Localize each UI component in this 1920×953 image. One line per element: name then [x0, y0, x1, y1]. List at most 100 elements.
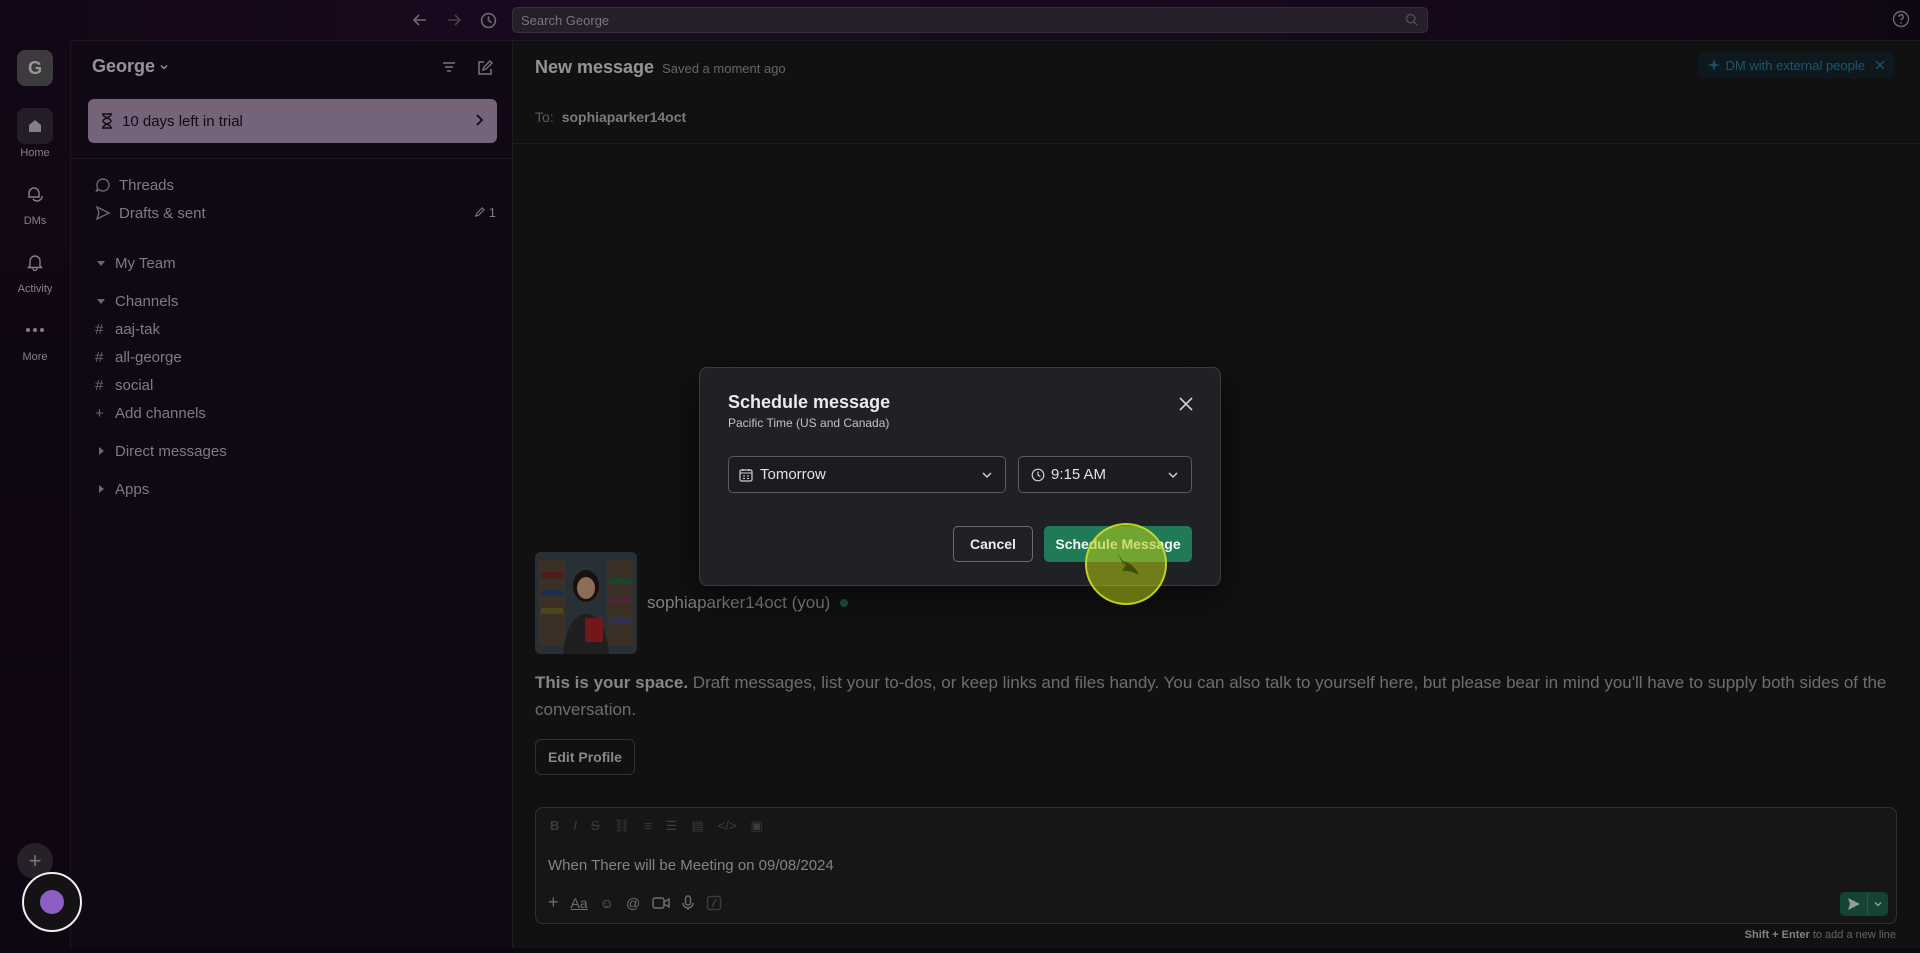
profile-name[interactable]: sophiaparker14oct (you) [647, 593, 849, 613]
newline-hint: Shift + Enter to add a new line [1745, 929, 1896, 941]
direct-messages-label: Direct messages [115, 442, 227, 460]
sidebar-divider [71, 158, 513, 159]
date-select[interactable]: Tomorrow [728, 456, 1006, 493]
close-icon[interactable] [1875, 60, 1885, 70]
add-channels-button[interactable]: + Add channels [95, 401, 206, 425]
section-apps[interactable]: Apps [95, 477, 149, 501]
code-icon[interactable]: </> [718, 818, 737, 834]
saved-status: Saved a moment ago [662, 61, 786, 76]
close-icon[interactable] [1178, 396, 1194, 412]
composer-tools: + Aa ☺ @ [548, 892, 722, 913]
chevron-down-icon [981, 469, 993, 481]
calendar-icon [739, 468, 753, 482]
sidebar-item-channel[interactable]: # aaj-tak [95, 317, 160, 341]
hint-keys: Shift + Enter [1744, 929, 1810, 941]
header-divider [513, 143, 1920, 144]
recipient-row[interactable]: To: sophiaparker14oct [535, 109, 686, 125]
ordered-list-icon[interactable]: ≡ [644, 818, 652, 834]
microphone-icon[interactable] [682, 894, 694, 911]
cancel-button[interactable]: Cancel [953, 526, 1033, 562]
workspace-name[interactable]: George [92, 56, 169, 77]
time-value: 9:15 AM [1051, 466, 1107, 483]
channel-name: all-george [115, 348, 182, 366]
workspace-avatar[interactable]: G [17, 50, 53, 86]
sidebar-item-threads[interactable]: Threads [95, 173, 174, 197]
rail-item-more[interactable]: More [0, 312, 70, 363]
record-button[interactable] [22, 872, 82, 932]
sidebar-item-channel[interactable]: # social [95, 373, 153, 397]
help-icon[interactable] [1892, 10, 1910, 28]
bold-icon[interactable]: B [550, 818, 559, 834]
shortcuts-icon[interactable] [706, 895, 722, 911]
pencil-icon [474, 207, 485, 218]
bullet-list-icon[interactable]: ☰ [666, 818, 678, 834]
code-block-icon[interactable]: ▣ [751, 818, 763, 834]
timezone-label: Pacific Time (US and Canada) [728, 416, 890, 430]
sidebar-item-channel[interactable]: # all-george [95, 345, 182, 369]
send-button[interactable] [1840, 892, 1888, 916]
caret-right-icon [95, 445, 107, 457]
filter-icon[interactable] [441, 59, 457, 75]
hash-icon: # [95, 348, 104, 366]
send-icon [95, 205, 111, 221]
search-placeholder: Search George [521, 12, 610, 28]
search-input[interactable]: Search George [512, 7, 1428, 33]
hash-icon: # [95, 320, 104, 338]
message-composer[interactable]: B I S ⛓ ≡ ☰ ▤ </> ▣ When There will be M… [535, 807, 1897, 924]
link-icon[interactable]: ⛓ [614, 818, 631, 834]
section-channels[interactable]: Channels [95, 289, 178, 313]
my-team-label: My Team [115, 254, 176, 272]
schedule-message-button[interactable]: Schedule Message [1044, 526, 1192, 562]
clock-icon [1031, 468, 1045, 482]
intro-body: Draft messages, list your to-dos, or kee… [535, 673, 1887, 719]
caret-down-icon [95, 257, 107, 269]
caret-down-icon [95, 295, 107, 307]
mention-icon[interactable]: @ [626, 895, 640, 911]
rail-item-activity[interactable]: Activity [0, 244, 70, 295]
hourglass-icon [100, 113, 114, 129]
sidebar-item-drafts[interactable]: Drafts & sent [95, 201, 206, 225]
history-clock-icon[interactable] [478, 10, 498, 30]
time-select[interactable]: 9:15 AM [1018, 456, 1192, 493]
compose-icon[interactable] [476, 59, 494, 77]
strikethrough-icon[interactable]: S [591, 818, 600, 834]
chevron-down-icon[interactable] [1868, 899, 1888, 909]
italic-icon[interactable]: I [573, 818, 577, 834]
section-my-team[interactable]: My Team [95, 251, 176, 275]
text-format-icon[interactable]: Aa [571, 895, 588, 911]
dm-external-banner[interactable]: DM with external people [1697, 52, 1895, 78]
page-title: New message [535, 57, 655, 77]
rail-item-dms[interactable]: DMs [0, 176, 70, 227]
drafts-count-badge: 1 [474, 205, 496, 220]
edit-profile-button[interactable]: Edit Profile [535, 739, 635, 775]
date-value: Tomorrow [760, 466, 826, 483]
online-status-dot [840, 599, 849, 607]
video-icon[interactable] [652, 896, 670, 910]
send-icon[interactable] [1840, 892, 1868, 916]
emoji-icon[interactable]: ☺ [600, 895, 614, 911]
section-direct-messages[interactable]: Direct messages [95, 439, 227, 463]
profile-name-label: sophiaparker14oct (you) [647, 593, 831, 612]
threads-icon [95, 177, 111, 193]
forward-arrow-icon[interactable] [444, 10, 464, 30]
workspace-name-label: George [92, 56, 156, 76]
trial-banner[interactable]: 10 days left in trial [88, 99, 497, 143]
channels-label: Channels [115, 292, 179, 310]
rail-item-home[interactable]: Home [0, 108, 70, 159]
drafts-count: 1 [488, 205, 496, 220]
rail-label-activity: Activity [17, 283, 53, 295]
schedule-message-dialog: Schedule message Pacific Time (US and Ca… [699, 367, 1221, 586]
recipient-name: sophiaparker14oct [561, 109, 687, 125]
top-bar: Search George [0, 0, 1920, 40]
history-nav [410, 10, 498, 30]
profile-photo[interactable] [535, 552, 637, 654]
chevron-down-icon [159, 62, 169, 72]
intro-bold: This is your space. [535, 673, 689, 692]
plus-icon[interactable]: + [548, 892, 559, 913]
workspace-rail: G Home DMs Activity More [0, 40, 70, 953]
channel-name: aaj-tak [115, 320, 161, 338]
composer-input[interactable]: When There will be Meeting on 09/08/2024 [548, 857, 834, 874]
rail-label-home: Home [20, 147, 50, 159]
blockquote-icon[interactable]: ▤ [691, 818, 703, 834]
back-arrow-icon[interactable] [410, 10, 430, 30]
